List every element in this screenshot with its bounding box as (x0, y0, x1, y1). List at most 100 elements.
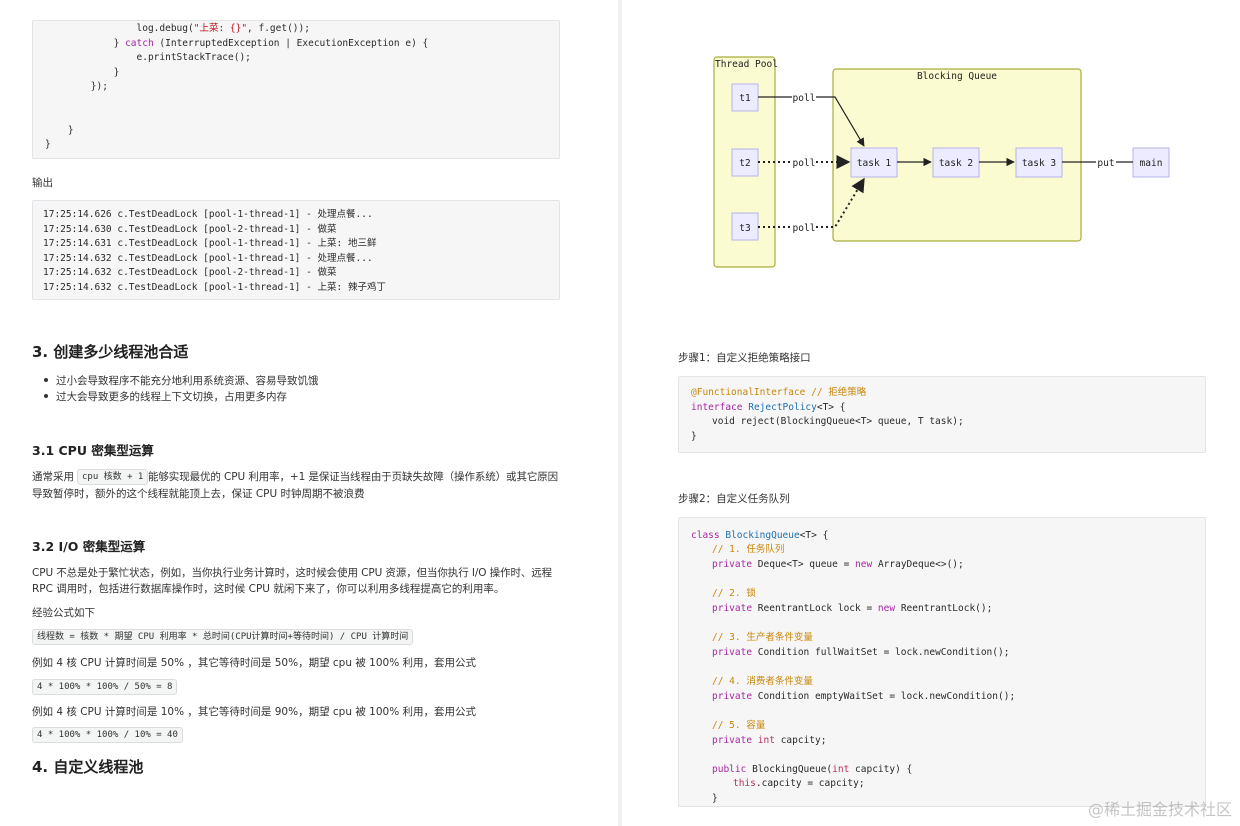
code-text: .capcity = capcity; (755, 778, 865, 789)
code-line: @FunctionalInterface // 拒绝策略 (691, 386, 866, 401)
class-name: BlockingQueue (725, 530, 800, 541)
section-4-heading: 4. 自定义线程池 (32, 758, 144, 776)
code-line: log.debug("上菜: {}", f.get()); (45, 23, 310, 34)
thread-pool-label: Thread Pool (715, 59, 778, 70)
example-2-text: 例如 4 核 CPU 计算时间是 10% ，其它等待时间是 90%，期望 cpu… (32, 706, 477, 718)
code-block-reject-policy: @FunctionalInterface // 拒绝策略 interface R… (678, 376, 1206, 453)
main-label: main (1140, 158, 1163, 169)
example-2-code: 4 * 100% * 100% / 10% = 40 (32, 727, 183, 743)
thread-label-t2: t2 (739, 158, 750, 169)
code-line: } catch (InterruptedException | Executio… (45, 37, 429, 49)
code-line: e.printStackTrace(); (45, 52, 251, 63)
output-line: 17:25:14.632 c.TestDeadLock [pool-1-thre… (43, 252, 373, 264)
annotation: @FunctionalInterface (691, 387, 806, 398)
right-page: Thread Pool Blocking Queue t1 t2 t3 task… (622, 0, 1240, 826)
code-text: <T> { (816, 402, 846, 413)
watermark: @稀土掘金技术社区 (1087, 800, 1232, 819)
keyword: private (712, 647, 753, 658)
output-line: 17:25:14.632 c.TestDeadLock [pool-1-thre… (43, 281, 386, 293)
code-line: } (712, 792, 718, 806)
keyword: private (712, 603, 753, 614)
code-block-blocking-queue: class BlockingQueue<T> { // 1. 任务队列 priv… (678, 517, 1206, 807)
inline-code-cpu-plus-one: cpu 核数 + 1 (77, 469, 149, 485)
section-3-heading: 3. 创建多少线程池合适 (32, 343, 189, 361)
code-text: <T> { (799, 530, 829, 541)
blocking-queue-label: Blocking Queue (917, 71, 997, 82)
keyword: private (712, 559, 753, 570)
code-line: private ReentrantLock lock = new Reentra… (712, 602, 992, 617)
edge-label-poll-t3: poll (793, 223, 816, 234)
task-label-3: task 3 (1022, 158, 1056, 169)
output-label: 输出 (32, 177, 53, 189)
output-line: 17:25:14.632 c.TestDeadLock [pool-2-thre… (43, 267, 337, 278)
p31-suffix: 能够实现最优的 CPU 利用率，+1 是保证当线程由于页缺失故障（操作系统）或其… (148, 471, 559, 483)
keyword: catch (125, 37, 154, 49)
output-block: 17:25:14.626 c.TestDeadLock [pool-1-thre… (32, 200, 560, 300)
formula-code: 线程数 = 核数 * 期望 CPU 利用率 * 总时间(CPU计算时间+等待时间… (32, 629, 414, 645)
task-label-2: task 2 (939, 158, 973, 169)
p31-prefix: 通常采用 (32, 471, 74, 483)
code-text: Condition fullWaitSet = lock.newConditio… (757, 647, 1010, 658)
code-line: public BlockingQueue(int capcity) { (712, 763, 912, 778)
code-text: ArrayDeque<>(); (877, 559, 964, 570)
bullet-dot (44, 394, 48, 398)
thread-label-t1: t1 (739, 93, 751, 104)
code-comment: // 5. 容量 (712, 720, 766, 731)
left-page: log.debug("上菜: {}", f.get()); } catch (I… (0, 0, 618, 826)
code-comment: // 2. 锁 (712, 588, 756, 599)
output-line: 17:25:14.626 c.TestDeadLock [pool-1-thre… (43, 209, 373, 220)
code-line: private Condition emptyWaitSet = lock.ne… (712, 690, 1015, 705)
code-line: private Deque<T> queue = new ArrayDeque<… (712, 558, 964, 573)
edge-label-poll-t2: poll (793, 158, 816, 169)
code-line: }); (45, 81, 108, 92)
step-2-label: 步骤2：自定义任务队列 (678, 493, 790, 505)
keyword: private (712, 735, 753, 746)
keyword: public (712, 764, 747, 775)
code-comment: // 3. 生产者条件变量 (712, 632, 813, 643)
code-comment: // 4. 消费者条件变量 (712, 676, 813, 687)
p32-line2: RPC 调用时，包括进行数据库操作时，这时候 CPU 就闲下来了，你可以利用多线… (32, 583, 505, 595)
example-1-text: 例如 4 核 CPU 计算时间是 50% ，其它等待时间是 50%，期望 cpu… (32, 657, 477, 669)
task-label-1: task 1 (857, 158, 892, 169)
string-literal: "上菜: {}" (193, 23, 248, 34)
keyword: this (733, 778, 756, 789)
output-line: 17:25:14.631 c.TestDeadLock [pool-1-thre… (43, 238, 377, 249)
code-text: Deque<T> queue = (757, 559, 850, 570)
code-line: this.capcity = capcity; (733, 777, 865, 792)
example-1-code: 4 * 100% * 100% / 50% = 8 (32, 679, 178, 695)
step-1-label: 步骤1：自定义拒绝策略接口 (678, 352, 811, 364)
code-block-tail: log.debug("上菜: {}", f.get()); } catch (I… (32, 20, 560, 159)
section-3-1-heading: 3.1 CPU 密集型运算 (32, 443, 154, 458)
code-line: } (691, 430, 697, 445)
edge-label-poll-t1: poll (793, 93, 816, 104)
edge-label-put: put (1097, 158, 1114, 169)
code-text: capcity; (780, 735, 827, 746)
code-text: } (712, 793, 718, 804)
section-3-2-heading: 3.2 I/O 密集型运算 (32, 539, 146, 554)
bullet-item: 过大会导致更多的线程上下文切换，占用更多内存 (56, 391, 287, 403)
formula-label: 经验公式如下 (32, 607, 95, 619)
code-line: private Condition fullWaitSet = lock.new… (712, 646, 1009, 661)
p32-line1: CPU 不总是处于繁忙状态，例如，当你执行业务计算时，这时候会使用 CPU 资源… (32, 567, 553, 579)
code-line: } (45, 139, 51, 150)
bullet-item: 过小会导致程序不能充分地利用系统资源、容易导致饥饿 (56, 375, 319, 387)
keyword: private (712, 691, 753, 702)
keyword: int (757, 735, 775, 746)
keyword: int (832, 764, 850, 775)
code-text: BlockingQueue( (752, 764, 833, 775)
keyword: new (877, 603, 896, 614)
code-text: void reject(BlockingQueue<T> queue, T ta… (712, 416, 964, 427)
code-line: interface RejectPolicy<T> { (691, 401, 845, 416)
code-line: private int capcity; (712, 734, 826, 749)
code-line: class BlockingQueue<T> { (691, 529, 828, 544)
thread-pool-diagram: Thread Pool Blocking Queue t1 t2 t3 task… (713, 56, 1170, 268)
code-line: } (45, 66, 120, 78)
code-text: ReentrantLock lock = (757, 603, 873, 614)
code-text: Condition emptyWaitSet = lock.newConditi… (757, 691, 1016, 702)
thread-label-t3: t3 (739, 223, 750, 234)
keyword: class (691, 530, 720, 541)
class-name: RejectPolicy (748, 402, 817, 413)
code-text: ReentrantLock(); (900, 603, 993, 614)
comment: // 拒绝策略 (811, 387, 867, 398)
p31-line2: 导致暂停时，额外的这个线程就能顶上去，保证 CPU 时钟周期不被浪费 (32, 488, 365, 500)
